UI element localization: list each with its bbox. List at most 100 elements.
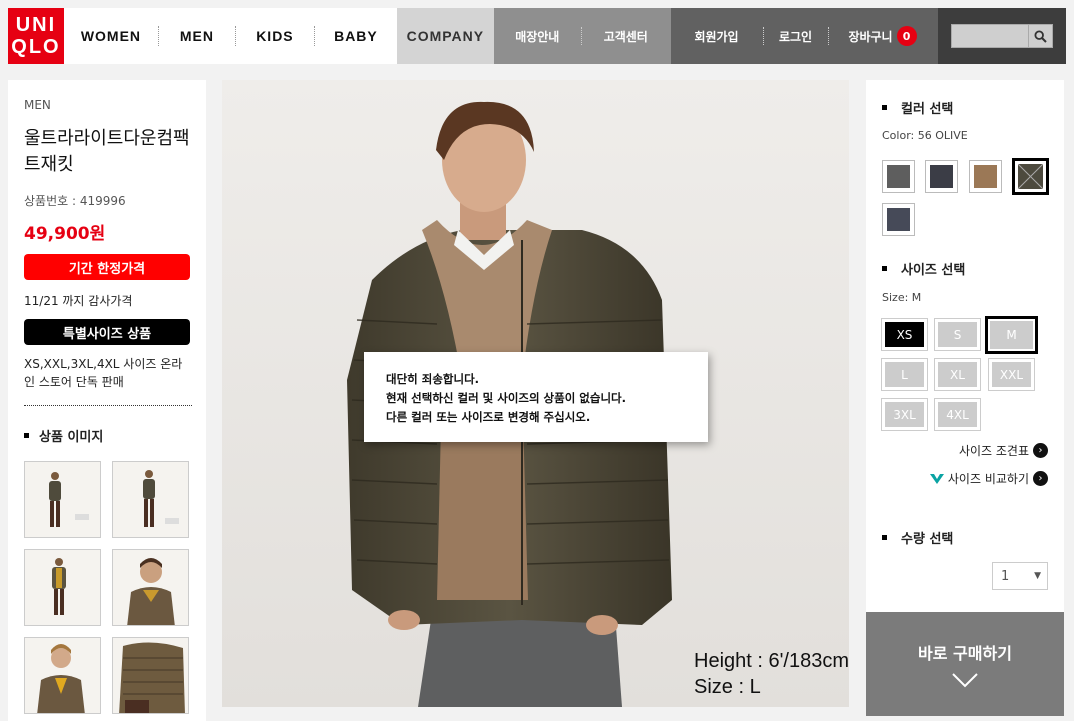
thumbnail-5[interactable]	[24, 637, 101, 714]
size-label: XL	[938, 362, 977, 387]
thumbnail-4[interactable]	[112, 549, 189, 626]
color-heading: 컬러 선택	[882, 98, 953, 117]
size-label: S	[938, 322, 977, 347]
size-chart-link[interactable]: 사이즈 조견표 ›	[959, 442, 1048, 459]
header-service-group: 매장안내 고객센터	[493, 8, 671, 64]
search-icon	[1034, 29, 1047, 43]
nav-men[interactable]: MEN	[159, 8, 235, 64]
special-size-note: XS,XXL,3XL,4XL 사이즈 온라인 스토어 단독 판매	[24, 357, 183, 389]
limited-price-badge: 기간 한정가격	[24, 254, 190, 280]
size-option-m[interactable]: M	[985, 316, 1038, 354]
signup-link[interactable]: 회원가입	[671, 8, 763, 64]
bullet-icon	[882, 105, 887, 110]
popup-line-3: 다른 컬러 또는 사이즈로 변경해 주십시오.	[386, 410, 591, 424]
size-selected-label: Size: M	[882, 291, 922, 304]
quantity-select[interactable]: 1 ▼	[992, 562, 1048, 590]
size-option-xl[interactable]: XL	[934, 358, 981, 391]
size-chart-label: 사이즈 조견표	[958, 444, 1029, 458]
thumbnail-grid	[24, 461, 190, 714]
size-label: L	[885, 362, 924, 387]
color-swatch-dark-gray[interactable]	[882, 203, 915, 236]
bullet-icon	[882, 535, 887, 540]
size-label: M	[990, 321, 1033, 349]
size-option-l[interactable]: L	[881, 358, 928, 391]
size-option-4xl[interactable]: 4XL	[934, 398, 981, 431]
model-info: Height : 6'/183cm Size : L	[694, 648, 849, 700]
color-selected-label: Color: 56 OLIVE	[882, 129, 968, 142]
thumbnail-2[interactable]	[112, 461, 189, 538]
popup-line-1: 대단히 죄송합니다.	[386, 372, 480, 386]
size-compare-label: 사이즈 비교하기	[947, 472, 1029, 486]
nav-women[interactable]: WOMEN	[64, 8, 158, 64]
bullet-icon	[24, 433, 29, 438]
bullet-icon	[882, 266, 887, 271]
divider	[24, 405, 192, 406]
limited-price-note: 11/21 까지 감사가격	[24, 294, 133, 308]
search-input[interactable]	[951, 24, 1030, 48]
thumbnail-1[interactable]	[24, 461, 101, 538]
nav-company[interactable]: COMPANY	[396, 8, 494, 64]
quantity-heading-label: 수량 선택	[901, 532, 954, 547]
customer-center-link[interactable]: 고객센터	[582, 8, 670, 64]
buy-now-button[interactable]: 바로 구매하기	[866, 612, 1064, 716]
size-option-xs[interactable]: XS	[881, 318, 928, 351]
chevron-right-icon: ›	[1033, 471, 1048, 486]
popup-line-2: 현재 선택하신 컬러 및 사이즈의 상품이 없습니다.	[386, 391, 626, 405]
logo-line-1: UNI	[15, 14, 57, 36]
product-info-panel: MEN 울트라라이트다운컴팩트재킷 상품번호 : 419996 49,900원 …	[8, 80, 206, 721]
swatch-fill	[930, 165, 953, 188]
product-images-heading: 상품 이미지	[24, 426, 190, 445]
chevron-right-icon: ›	[1033, 443, 1048, 458]
sold-out-cross-icon	[1018, 164, 1043, 189]
color-swatch-navy[interactable]	[925, 160, 958, 193]
size-compare-link[interactable]: 사이즈 비교하기 ›	[929, 470, 1048, 487]
swatch-fill	[887, 208, 910, 231]
logo-line-2: QLO	[11, 36, 61, 58]
nav-baby[interactable]: BABY	[315, 8, 397, 64]
special-size-badge: 특별사이즈 상품	[24, 319, 190, 345]
buy-now-label: 바로 구매하기	[918, 644, 1012, 663]
size-option-xxl[interactable]: XXL	[988, 358, 1035, 391]
color-swatch-olive[interactable]	[1012, 158, 1049, 195]
model-height: Height : 6'/183cm	[694, 650, 850, 672]
color-heading-label: 컬러 선택	[901, 102, 954, 117]
product-images-heading-label: 상품 이미지	[39, 430, 104, 445]
thumbnail-6[interactable]	[112, 637, 189, 714]
virtusize-v-icon	[929, 473, 944, 484]
size-option-3xl[interactable]: 3XL	[881, 398, 928, 431]
options-panel: 컬러 선택 Color: 56 OLIVE 사이즈 선택 Size: M XS …	[866, 80, 1064, 612]
out-of-stock-popup: 대단히 죄송합니다. 현재 선택하신 컬러 및 사이즈의 상품이 없습니다. 다…	[364, 352, 708, 442]
model-size: Size : L	[694, 676, 761, 698]
color-swatch-brown[interactable]	[969, 160, 1002, 193]
size-label: 4XL	[938, 402, 977, 427]
swatch-fill	[974, 165, 997, 188]
swatch-fill	[887, 165, 910, 188]
cart-link[interactable]: 장바구니 0	[829, 8, 937, 64]
size-heading: 사이즈 선택	[882, 259, 965, 278]
product-name: 울트라라이트다운컴팩트재킷	[24, 128, 190, 175]
thumbnail-3[interactable]	[24, 549, 101, 626]
color-swatch-gray[interactable]	[882, 160, 915, 193]
chevron-down-icon	[952, 673, 978, 688]
nav-kids[interactable]: KIDS	[236, 8, 314, 64]
cart-count-badge: 0	[896, 26, 917, 46]
store-info-link[interactable]: 매장안내	[494, 8, 581, 64]
global-header: UNI QLO WOMEN MEN KIDS BABY COMPANY 매장안내…	[8, 8, 1066, 64]
search-button[interactable]	[1029, 24, 1054, 48]
quantity-value: 1	[1001, 568, 1010, 584]
size-label: XXL	[992, 362, 1031, 387]
header-search-group	[938, 8, 1066, 64]
main-nav: WOMEN MEN KIDS BABY	[64, 8, 397, 64]
quantity-heading: 수량 선택	[882, 528, 953, 547]
swatch-fill	[1018, 164, 1043, 189]
product-category: MEN	[24, 98, 51, 112]
login-link[interactable]: 로그인	[764, 8, 828, 64]
header-account-group: 회원가입 로그인 장바구니 0	[670, 8, 939, 64]
product-price: 49,900원	[24, 224, 106, 244]
product-number: 상품번호 : 419996	[24, 194, 126, 208]
size-option-s[interactable]: S	[934, 318, 981, 351]
uniqlo-logo[interactable]: UNI QLO	[8, 8, 64, 64]
dropdown-arrow-icon: ▼	[1034, 571, 1041, 581]
cart-label: 장바구니	[848, 29, 893, 44]
size-label: 3XL	[885, 402, 924, 427]
